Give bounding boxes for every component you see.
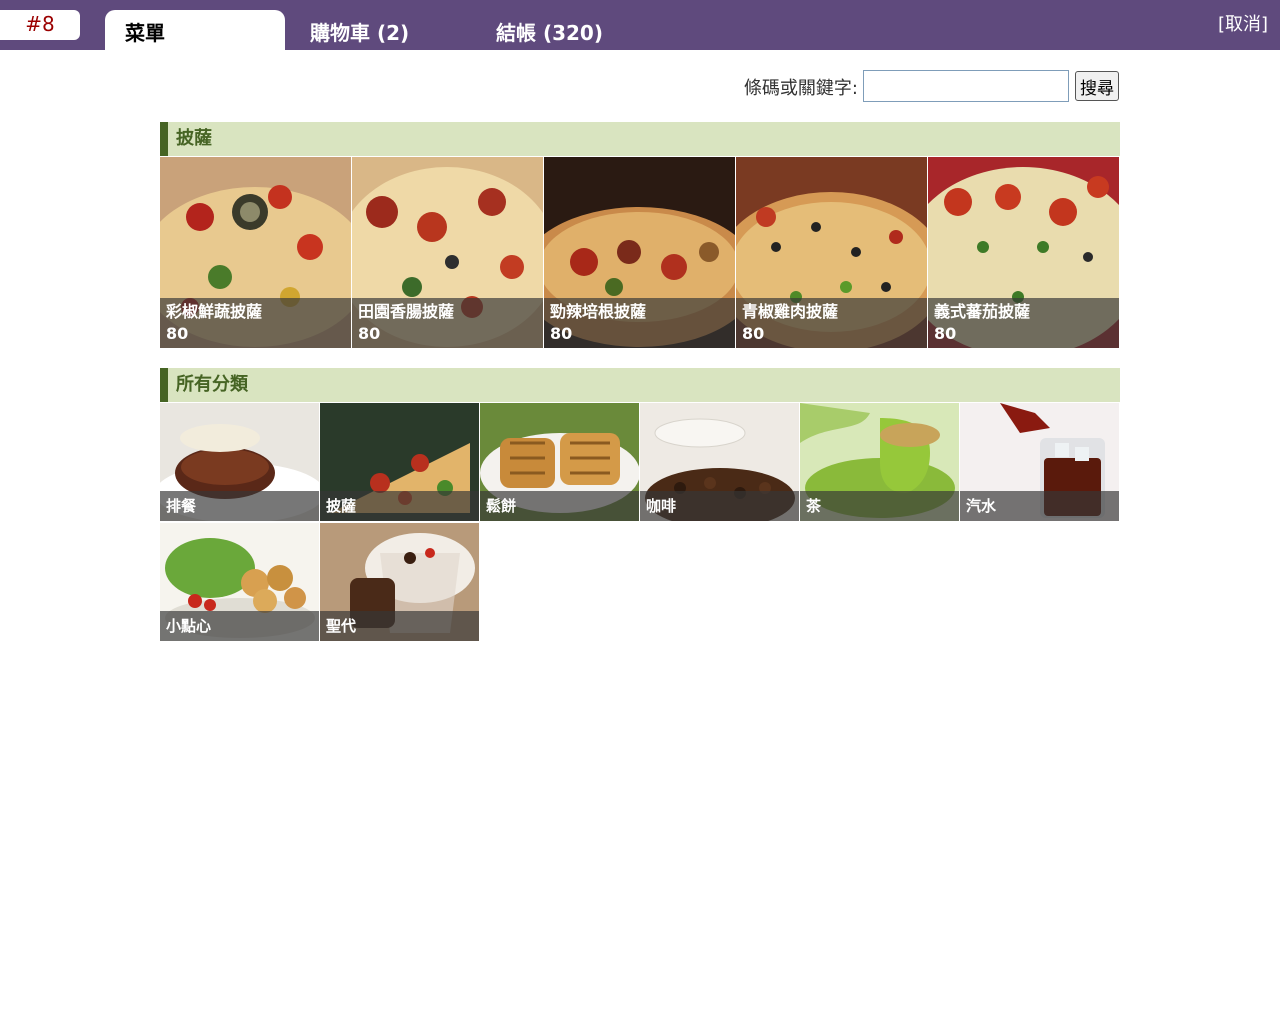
product-price: 80 — [550, 324, 573, 343]
product-price: 80 — [166, 324, 189, 343]
tab-menu[interactable]: 菜單 — [105, 10, 285, 50]
category-tile-pizza[interactable]: 披薩 — [320, 403, 479, 521]
category-tile-soda[interactable]: 汽水 — [960, 403, 1119, 521]
product-caption: 義式蕃茄披薩 80 — [928, 298, 1119, 348]
category-tile-waffle[interactable]: 鬆餅 — [480, 403, 639, 521]
top-navigation-bar: #8 菜單 購物車 (2) 結帳 (320) [取消] — [0, 0, 1280, 50]
product-tile[interactable]: 青椒雞肉披薩 80 — [736, 157, 927, 348]
category-tile-sundae[interactable]: 聖代 — [320, 523, 479, 641]
product-tile[interactable]: 田園香腸披薩 80 — [352, 157, 543, 348]
category-label: 聖代 — [320, 611, 479, 641]
category-tile-coffee[interactable]: 咖啡 — [640, 403, 799, 521]
category-label: 披薩 — [320, 491, 479, 521]
product-tile[interactable]: 義式蕃茄披薩 80 — [928, 157, 1119, 348]
section-header-categories: 所有分類 — [160, 368, 1120, 402]
product-caption: 田園香腸披薩 80 — [352, 298, 543, 348]
product-name: 青椒雞肉披薩 — [742, 302, 839, 321]
product-caption: 青椒雞肉披薩 80 — [736, 298, 927, 348]
order-number-badge: #8 — [0, 10, 80, 40]
cancel-link[interactable]: [取消] — [1218, 10, 1268, 36]
category-label: 汽水 — [960, 491, 1119, 521]
category-tile-tea[interactable]: 茶 — [800, 403, 959, 521]
product-name: 勁辣培根披薩 — [550, 302, 647, 321]
product-tile[interactable]: 勁辣培根披薩 80 — [544, 157, 735, 348]
product-caption: 彩椒鮮蔬披薩 80 — [160, 298, 351, 348]
category-label: 鬆餅 — [480, 491, 639, 521]
category-tile-steak[interactable]: 排餐 — [160, 403, 319, 521]
product-caption: 勁辣培根披薩 80 — [544, 298, 735, 348]
category-tile-snacks[interactable]: 小點心 — [160, 523, 319, 641]
tab-cart[interactable]: 購物車 (2) — [290, 10, 470, 50]
product-tile[interactable]: 彩椒鮮蔬披薩 80 — [160, 157, 351, 348]
product-name: 義式蕃茄披薩 — [934, 302, 1031, 321]
category-label: 排餐 — [160, 491, 319, 521]
search-bar: 條碼或關鍵字: 搜尋 — [160, 70, 1120, 102]
category-label: 小點心 — [160, 611, 319, 641]
product-price: 80 — [742, 324, 765, 343]
category-label: 咖啡 — [640, 491, 799, 521]
search-input[interactable] — [863, 70, 1069, 102]
search-label: 條碼或關鍵字: — [743, 78, 858, 99]
search-button[interactable]: 搜尋 — [1075, 71, 1119, 101]
product-price: 80 — [358, 324, 381, 343]
product-name: 彩椒鮮蔬披薩 — [166, 302, 263, 321]
section-header-pizza: 披薩 — [160, 122, 1120, 156]
product-price: 80 — [934, 324, 957, 343]
category-label: 茶 — [800, 491, 959, 521]
product-name: 田園香腸披薩 — [358, 302, 455, 321]
tab-checkout[interactable]: 結帳 (320) — [476, 10, 676, 50]
